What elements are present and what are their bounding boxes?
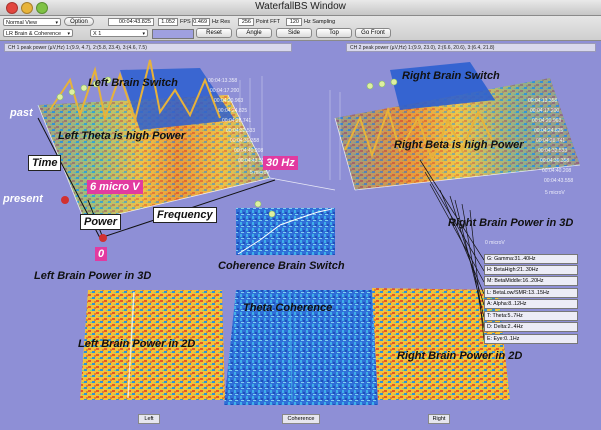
six-micro-v-label: 6 micro V [87, 180, 143, 194]
time-tick-left: 00:04:28.741 [222, 118, 252, 124]
right-brain-switch-label: Right Brain Switch [402, 70, 500, 82]
time-tick-left: 00:04:40.208 [234, 148, 264, 154]
left-brain-switch-label: Left Brain Switch [88, 77, 178, 89]
coherence-3d [236, 208, 335, 255]
time-axis-label: Time [28, 155, 62, 171]
legend-alpha: A: Alpha:8..12Hz [484, 299, 578, 309]
theta-coherence-label: Theta Coherence [243, 302, 333, 314]
legend-delta: D: Delta:2..4Hz [484, 322, 578, 332]
coherence-switch-label: Coherence Brain Switch [218, 260, 345, 272]
present-marker [61, 196, 69, 204]
time-tick-right: 00:04:28.741 [536, 138, 566, 144]
legend-beta-low: L: BetaLow/SMR:13..15Hz [484, 288, 578, 298]
time-tick-right: 00:04:13.358 [528, 98, 558, 104]
micro-label-right-zero: 0 microV [485, 240, 505, 246]
time-tick-left: 00:04:20.963 [214, 98, 244, 104]
past-label: past [10, 107, 33, 119]
coherence-view-button[interactable]: Coherence [282, 414, 320, 424]
time-tick-left: 00:04:13.358 [208, 78, 238, 84]
time-tick-right: 00:04:20.963 [532, 118, 562, 124]
time-tick-right: 00:04:43.558 [544, 178, 574, 184]
time-tick-left: 00:04:32.533 [226, 128, 256, 134]
legend-beta-high: H: BetaHigh:21..30Hz [484, 265, 578, 275]
frequency-axis-label: Frequency [153, 207, 217, 223]
micro-label-right: 5 microV [545, 190, 565, 196]
legend-beta-middle: M: BetaMiddle:16..20Hz [484, 276, 578, 286]
left-view-button[interactable]: Left [138, 414, 160, 424]
time-tick-right: 00:04:24.825 [534, 128, 564, 134]
legend-gamma: G: Gamma:31..40Hz [484, 254, 578, 264]
left-power-3d-label: Left Brain Power in 3D [34, 270, 152, 282]
power-axis-label: Power [80, 214, 122, 230]
time-tick-left: 00:04:24.825 [218, 108, 248, 114]
time-tick-left: 00:04:17.200 [210, 88, 240, 94]
thirty-hz-label: 30 Hz [263, 156, 298, 170]
origin-marker [99, 234, 107, 242]
zero-label: 0 [95, 247, 108, 261]
right-beta-label: Right Beta is high Power [394, 139, 524, 151]
time-tick-right: 00:04:36.358 [540, 158, 570, 164]
micro-label-left: 5 microV [250, 170, 270, 176]
legend-eye: E: Eye:0..1Hz [484, 334, 578, 344]
right-view-button[interactable]: Right [428, 414, 450, 424]
left-power-2d-label: Left Brain Power in 2D [78, 338, 196, 350]
present-label: present [3, 193, 43, 205]
time-tick-right: 00:04:17.200 [530, 108, 560, 114]
right-power-2d-label: Right Brain Power in 2D [397, 350, 523, 362]
time-tick-right: 00:04:32.533 [538, 148, 568, 154]
legend-theta: T: Theta:5..7Hz [484, 311, 578, 321]
time-tick-right: 00:04:40.208 [542, 168, 572, 174]
left-theta-label: Left Theta is high Power [58, 130, 186, 142]
right-power-3d-label: Right Brain Power in 3D [448, 217, 574, 229]
time-tick-left: 00:04:36.358 [230, 138, 260, 144]
